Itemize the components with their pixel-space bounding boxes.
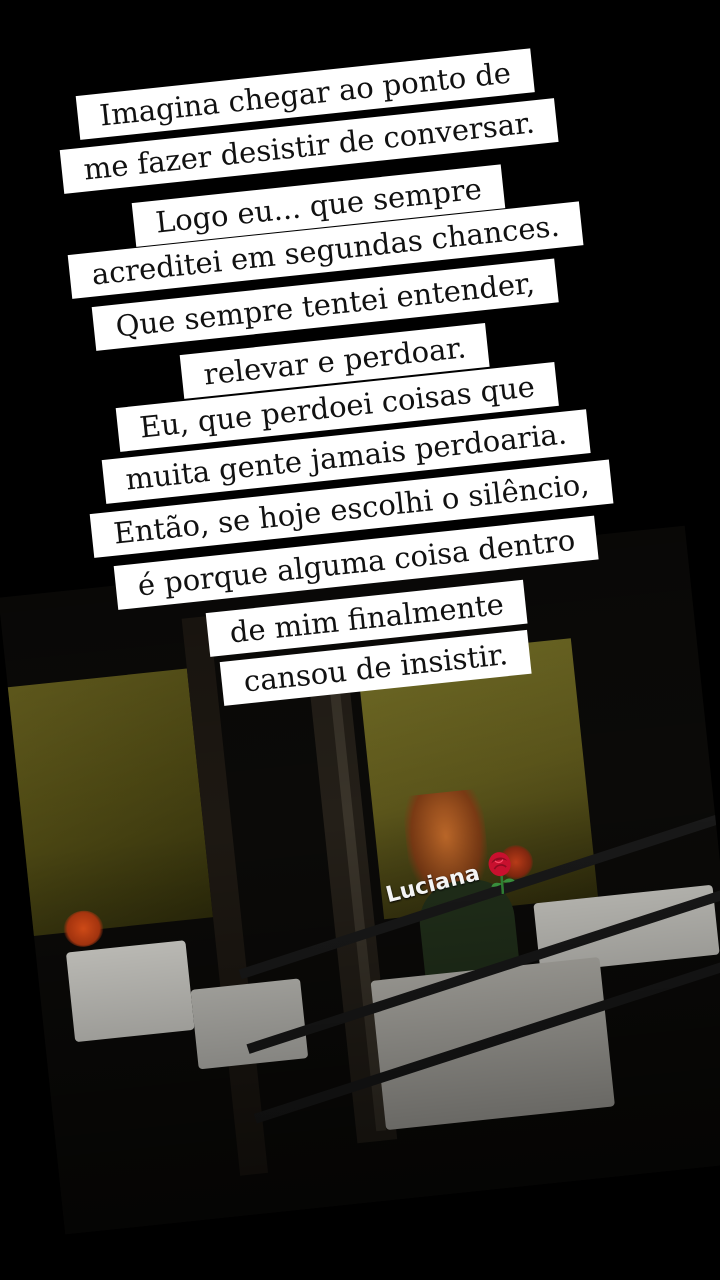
story-canvas: Imagina chegar ao ponto de me fazer desi… bbox=[0, 0, 720, 1280]
quote-text-block: Imagina chegar ao ponto de me fazer desi… bbox=[0, 0, 720, 720]
rose-icon bbox=[488, 852, 515, 895]
